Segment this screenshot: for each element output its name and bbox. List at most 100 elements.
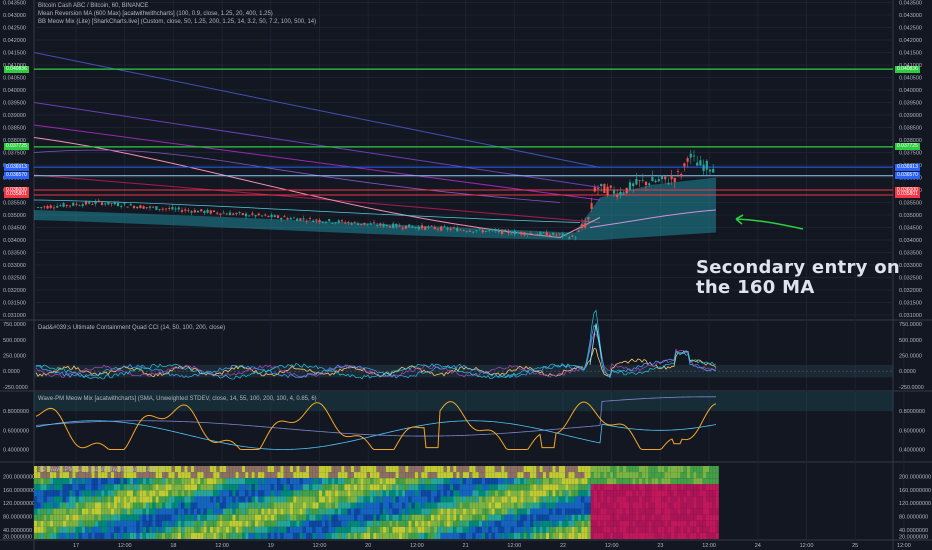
time-tick: 12:00 (702, 543, 716, 549)
price-tick-left: 0.032000 (3, 288, 26, 294)
time-tick: 12:00 (313, 543, 327, 549)
wave-tick: 0.4000000 (899, 448, 925, 454)
heat-tick: 40.0000000 (899, 528, 928, 534)
heat-tick-left: 160.0000000 (3, 488, 35, 494)
cci-tick: 0.0000 (899, 369, 916, 375)
indicator-legend-bb-meow-mix[interactable]: BB Meow Mix (Lite) [SharkCharts.live] (C… (38, 19, 316, 26)
time-tick: 20 (365, 543, 371, 549)
time-tick: 12:00 (507, 543, 521, 549)
price-tick-left: 0.040500 (3, 76, 26, 82)
time-tick: 25 (852, 543, 858, 549)
heat-tick: 160.0000000 (899, 488, 931, 494)
price-tick-left: 0.043500 (3, 1, 26, 7)
cci-tick: 500.0000 (899, 338, 922, 344)
price-tick-left: 0.042000 (3, 38, 26, 44)
price-tick-left: 0.041500 (3, 51, 26, 57)
price-tick: 0.043500 (899, 1, 922, 7)
price-tick: 0.037500 (899, 151, 922, 157)
heat-tick-left: 20.0000000 (3, 535, 32, 541)
price-tag-left: 0.036913 (4, 163, 29, 171)
price-tick-left: 0.032500 (3, 276, 26, 282)
heat-tick-left: 120.0000000 (3, 501, 35, 507)
wave-tick-left: 0.4000000 (3, 448, 29, 454)
price-tick-left: 0.031500 (3, 301, 26, 307)
price-tick-left: 0.033000 (3, 263, 26, 269)
heat-tick-left: 200.0000000 (3, 474, 35, 480)
price-tick: 0.031000 (899, 313, 922, 319)
price-tick-left: 0.038500 (3, 126, 26, 132)
cci-tick-left: 0.0000 (3, 369, 20, 375)
time-tick: 12:00 (800, 543, 814, 549)
price-tag: 0.037725 (895, 143, 920, 151)
time-tick: 12:00 (118, 543, 132, 549)
price-tag: 0.040836 (895, 65, 920, 73)
price-tag-left: 0.036570 (4, 172, 29, 180)
price-tick: 0.032000 (899, 288, 922, 294)
price-tick-left: 0.039000 (3, 113, 26, 119)
price-tag-left: 0.035801 (4, 191, 29, 199)
annotation-text[interactable]: Secondary entry on the 160 MA (696, 258, 900, 298)
price-tick: 0.032500 (899, 276, 922, 282)
price-tick-left: 0.035500 (3, 201, 26, 207)
time-tick: 24 (755, 543, 761, 549)
price-tick: 0.042000 (899, 38, 922, 44)
price-tick: 0.040500 (899, 76, 922, 82)
indicator-legend-mean-reversion[interactable]: Mean Reversion MA (600 Max) [acatwithwit… (38, 11, 273, 18)
price-tick: 0.035000 (899, 213, 922, 219)
symbol-title[interactable]: Bitcoin Cash ABC / Bitcoin, 60, BINANCE (38, 3, 148, 10)
time-tick: 19 (268, 543, 274, 549)
wave-pm-heatmap (34, 466, 719, 539)
heat-tick: 20.0000000 (899, 535, 928, 541)
price-tick: 0.034000 (899, 238, 922, 244)
heat-tick-left: 40.0000000 (3, 528, 32, 534)
time-tick: 21 (463, 543, 469, 549)
price-tick: 0.041500 (899, 51, 922, 57)
price-tick: 0.043000 (899, 13, 922, 19)
heat-tick-left: 80.0000000 (3, 515, 32, 521)
cci-tick: 750.0000 (899, 322, 922, 328)
cci-tick: 250.0000 (899, 354, 922, 360)
heat-tick: 200.0000000 (899, 474, 931, 480)
cci-tick-left: -250.0000 (3, 385, 28, 391)
time-tick: 18 (170, 543, 176, 549)
price-tag-left: 0.037725 (4, 143, 29, 151)
cci-tick-left: 750.0000 (3, 322, 26, 328)
wave-tick-left: 0.8000000 (3, 409, 29, 415)
price-tick: 0.042500 (899, 26, 922, 32)
time-tick: 12:00 (410, 543, 424, 549)
wave-pane-label[interactable]: Wave-PM Meow Mix [acatwithcharts] (SMA, … (38, 396, 317, 402)
price-tick: 0.033500 (899, 251, 922, 257)
price-tick: 0.033000 (899, 263, 922, 269)
price-tick: 0.031500 (899, 301, 922, 307)
price-tick: 0.034500 (899, 226, 922, 232)
price-tag: 0.036570 (895, 172, 920, 180)
price-tick-left: 0.037500 (3, 151, 26, 157)
price-tag: 0.036913 (895, 163, 920, 171)
heat-tick: 120.0000000 (899, 501, 931, 507)
price-tag-left: 0.040836 (4, 65, 29, 73)
price-tick-left: 0.034000 (3, 238, 26, 244)
price-tick-left: 0.043000 (3, 13, 26, 19)
price-tick-left: 0.040000 (3, 88, 26, 94)
wave-tick-left: 0.6000000 (3, 428, 29, 434)
price-tick-left: 0.033500 (3, 251, 26, 257)
price-tick: 0.040000 (899, 88, 922, 94)
price-tick: 0.039500 (899, 101, 922, 107)
tradingview-chart[interactable]: 17 12:00 18 12:00 19 12:00 20 12:00 21 12:00 22 12:… (0, 0, 932, 550)
time-tick: 12:00 (605, 543, 619, 549)
price-tag: 0.035801 (895, 191, 920, 199)
time-tick: 17 (73, 543, 79, 549)
price-tick: 0.039000 (899, 113, 922, 119)
wave-tick: 0.8000000 (899, 409, 925, 415)
price-tick-left: 0.035000 (3, 213, 26, 219)
heat-pane-label[interactable]: 3D Wave-PM (Lite) [acatwithwithcharts] (… (38, 467, 165, 473)
time-tick: 23 (657, 543, 663, 549)
cci-tick-left: 250.0000 (3, 354, 26, 360)
cci-tick-left: 500.0000 (3, 338, 26, 344)
cci-pane-label[interactable]: Dad&#039;s Ultimate Containment Quad CCI… (38, 325, 225, 331)
cci-tick: -250.0000 (899, 385, 924, 391)
heat-tick: 80.0000000 (899, 515, 928, 521)
price-tick: 0.035500 (899, 201, 922, 207)
price-tick: 0.038500 (899, 126, 922, 132)
price-tick-left: 0.031000 (3, 313, 26, 319)
